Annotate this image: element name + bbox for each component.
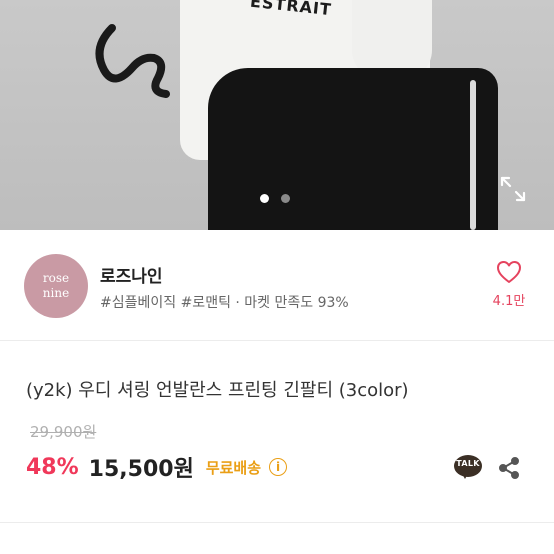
shop-logo-line2: nine <box>42 286 70 300</box>
product-title: (y2k) 우디 셔링 언발란스 프린팅 긴팔티 (3color) <box>26 380 409 401</box>
free-shipping-label: 무료배송 <box>205 458 262 477</box>
carousel-dot-1[interactable] <box>260 194 269 203</box>
shop-tags: #심플베이직 #로맨틱 · 마켓 만족도 93% <box>100 295 349 311</box>
product-image-carousel[interactable]: ESTRAIT <box>0 0 554 230</box>
shop-name[interactable]: 로즈나인 <box>100 262 163 287</box>
expand-icon[interactable] <box>500 176 526 202</box>
product-skirt <box>208 68 498 230</box>
like-button[interactable]: 4.1만 <box>488 260 530 309</box>
shop-info: rose nine 로즈나인 #심플베이직 #로맨틱 · 마켓 만족도 93% … <box>0 238 554 338</box>
original-price: 29,900원 <box>30 423 97 441</box>
info-icon[interactable]: i <box>269 458 288 476</box>
section-divider <box>0 340 554 341</box>
carousel-indicator <box>260 194 290 203</box>
like-count: 4.1만 <box>492 294 526 309</box>
kakao-talk-button[interactable]: TALK <box>454 455 482 481</box>
talk-bubble-tail <box>461 472 469 479</box>
shop-logo[interactable]: rose nine <box>24 254 88 318</box>
heart-outline-icon <box>497 261 521 283</box>
shop-logo-line1: rose <box>42 271 70 285</box>
wall-decoration <box>95 24 170 98</box>
price-row: 48% 15,500원 무료배송 i <box>26 452 288 482</box>
skirt-stripe <box>470 80 476 230</box>
talk-label: TALK <box>456 459 480 468</box>
carousel-dot-2[interactable] <box>281 194 290 203</box>
bottom-divider <box>0 522 554 523</box>
discount-rate: 48% <box>26 454 79 480</box>
share-icon[interactable] <box>497 456 521 480</box>
sale-price: 15,500원 <box>88 457 194 482</box>
